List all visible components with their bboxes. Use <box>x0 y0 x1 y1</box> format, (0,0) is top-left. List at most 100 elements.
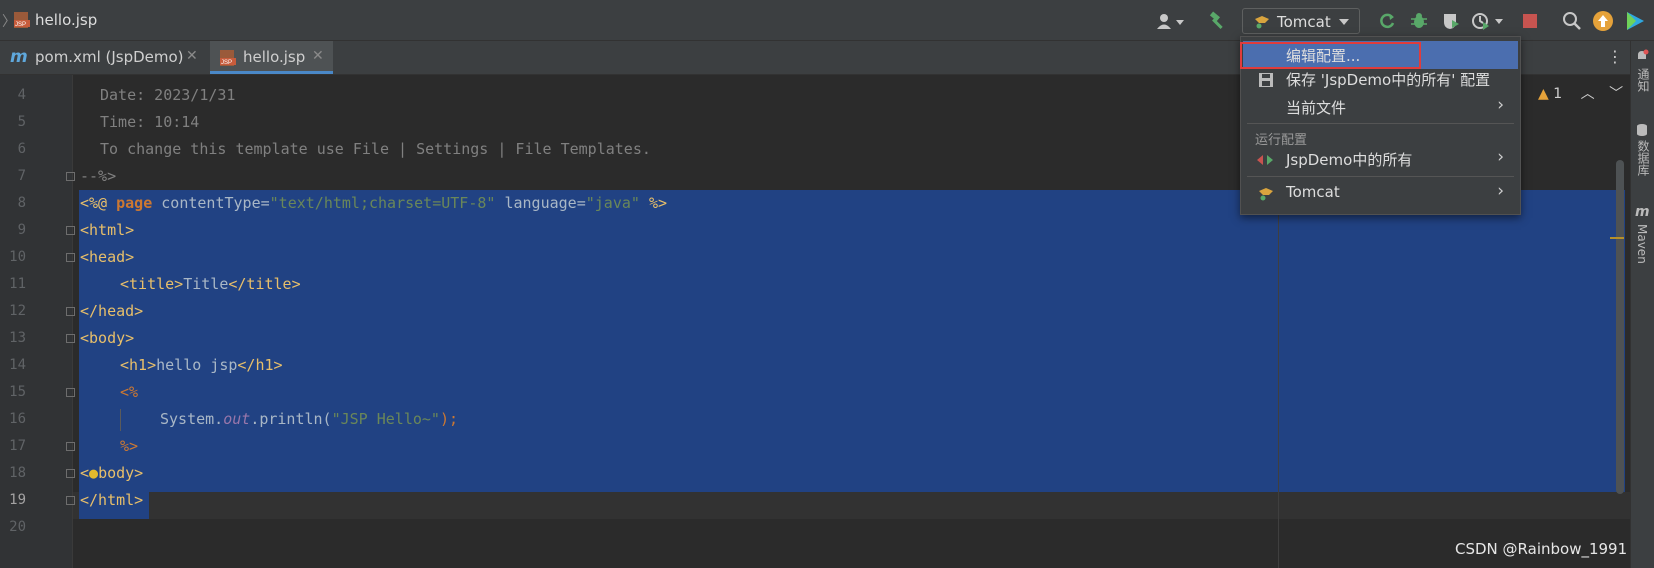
save-icon <box>1259 72 1273 91</box>
line-number: 18 <box>9 465 26 481</box>
menu-item-save-config[interactable]: 保存 'JspDemo中的所有' 配置 <box>1243 65 1518 93</box>
line-number: 11 <box>9 276 26 292</box>
tab-label: pom.xml (JspDemo) <box>35 48 184 66</box>
attribute-value: "text/html;charset=UTF-8" <box>269 194 496 212</box>
update-icon[interactable] <box>1592 10 1614 32</box>
menu-item-current-file[interactable]: 当前文件 › <box>1243 93 1518 121</box>
line-number: 16 <box>9 411 26 427</box>
menu-item-label: 当前文件 <box>1286 99 1347 117</box>
fold-marker-icon[interactable] <box>66 334 75 343</box>
static-field: out <box>223 410 251 428</box>
notifications-tool-label[interactable]: 通知 <box>1635 68 1652 92</box>
code-line: <title>Title</title> <box>120 271 301 298</box>
close-icon[interactable]: ✕ <box>312 48 324 64</box>
tag: < <box>80 464 90 482</box>
maven-tool-label[interactable]: Maven <box>1635 224 1649 264</box>
jsp-file-icon: JSP <box>13 11 31 33</box>
code-line: </html> <box>80 491 144 509</box>
text-selection <box>79 190 1625 492</box>
string-literal: "JSP Hello~" <box>331 410 440 428</box>
menu-item-label: 保存 'JspDemo中的所有' 配置 <box>1286 71 1491 89</box>
jsp-file-icon: JSP <box>219 49 237 71</box>
tag: body> <box>98 464 144 482</box>
line-number: 14 <box>9 357 26 373</box>
fold-marker-icon[interactable] <box>66 388 75 397</box>
menu-item-label: JspDemo中的所有 <box>1286 151 1413 169</box>
fold-marker-icon[interactable] <box>66 226 75 235</box>
code-line: To change this template use File | Setti… <box>100 140 651 158</box>
jetbrains-logo-icon[interactable] <box>1624 10 1646 32</box>
indent-guide <box>120 409 121 431</box>
fold-marker-icon[interactable] <box>66 442 75 451</box>
search-icon[interactable] <box>1561 10 1583 32</box>
code-line: </head> <box>80 302 144 320</box>
current-line-highlight <box>72 492 1630 519</box>
attribute: contentType= <box>152 194 270 212</box>
line-number: 10 <box>9 249 26 265</box>
keyword: page <box>116 194 153 212</box>
tag: </title> <box>228 275 301 293</box>
code-line: <head> <box>80 248 135 266</box>
fold-marker-icon[interactable] <box>66 172 75 181</box>
scrollbar-thumb[interactable] <box>1616 160 1624 494</box>
code-line: %> <box>120 437 139 455</box>
line-number: 12 <box>9 303 26 319</box>
stop-icon[interactable] <box>1520 10 1540 32</box>
line-number: 7 <box>17 168 26 184</box>
close-icon[interactable]: ✕ <box>186 48 198 64</box>
user-account-icon[interactable] <box>1155 10 1187 32</box>
menu-item-tomcat[interactable]: Tomcat › <box>1243 179 1518 207</box>
chevron-right-icon: › <box>1497 181 1504 201</box>
tomcat-icon <box>1257 185 1275 205</box>
window-title: hello.jsp <box>35 11 98 29</box>
fold-marker-icon[interactable] <box>66 307 75 316</box>
database-icon[interactable] <box>1636 122 1648 141</box>
line-number: 6 <box>17 141 26 157</box>
code-line: <body> <box>80 329 135 347</box>
tab-label: hello.jsp <box>243 48 306 66</box>
warning-count: 1 <box>1553 86 1563 102</box>
watermark-text: CSDN @Rainbow_1991 <box>1455 540 1628 558</box>
code-line: --%> <box>80 167 117 185</box>
run-config-selector[interactable]: Tomcat <box>1242 8 1360 34</box>
line-number: 5 <box>17 114 26 130</box>
tab-options-icon[interactable]: ⋮ <box>1607 47 1623 66</box>
tag: <title> <box>120 275 184 293</box>
annotation-highlight-box <box>1240 42 1421 69</box>
notification-bell-icon[interactable] <box>1635 48 1649 67</box>
intention-bulb-icon[interactable]: ● <box>89 464 98 482</box>
line-number: 17 <box>9 438 26 454</box>
maven-icon[interactable]: m <box>1635 204 1650 220</box>
menu-item-jspdemo-all[interactable]: JspDemo中的所有 › <box>1243 145 1518 173</box>
attribute: language= <box>495 194 586 212</box>
svg-text:JSP: JSP <box>15 22 26 28</box>
line-number-current: 19 <box>9 492 26 508</box>
fold-marker-icon[interactable] <box>66 496 75 505</box>
error-stripe-marker[interactable] <box>1610 237 1624 239</box>
run-config-label: Tomcat <box>1277 13 1331 31</box>
fold-marker-icon[interactable] <box>66 253 75 262</box>
line-number: 4 <box>17 87 26 103</box>
tab-pom-xml[interactable]: m pom.xml (JspDemo) ✕ <box>0 41 210 74</box>
rerun-icon[interactable] <box>1376 10 1398 32</box>
chevron-right-icon: › <box>1497 95 1504 115</box>
chevron-up-icon[interactable]: ︿ <box>1581 86 1595 102</box>
text: .println( <box>250 410 332 428</box>
jsp-directive-open: <%@ <box>80 194 117 212</box>
text: System. <box>160 410 224 428</box>
warning-icon: ▲ <box>1538 86 1549 102</box>
line-number: 8 <box>17 195 26 211</box>
tab-hello-jsp[interactable]: JSP hello.jsp ✕ <box>210 41 333 74</box>
build-hammer-icon[interactable] <box>1206 10 1228 32</box>
chevron-right-icon: › <box>1497 147 1504 167</box>
code-line: <html> <box>80 221 135 239</box>
text: hello jsp <box>156 356 238 374</box>
debug-bug-icon[interactable] <box>1408 10 1430 32</box>
coverage-icon[interactable] <box>1440 10 1462 32</box>
profiler-icon[interactable] <box>1470 10 1506 32</box>
database-tool-label[interactable]: 数据库 <box>1635 140 1652 176</box>
fold-marker-icon[interactable] <box>66 469 75 478</box>
inspection-widget[interactable]: ▲ 1 ︿ ﹀ <box>1538 83 1623 103</box>
code-line: <%@ page contentType="text/html;charset=… <box>80 190 667 217</box>
tag: <h1> <box>120 356 157 374</box>
